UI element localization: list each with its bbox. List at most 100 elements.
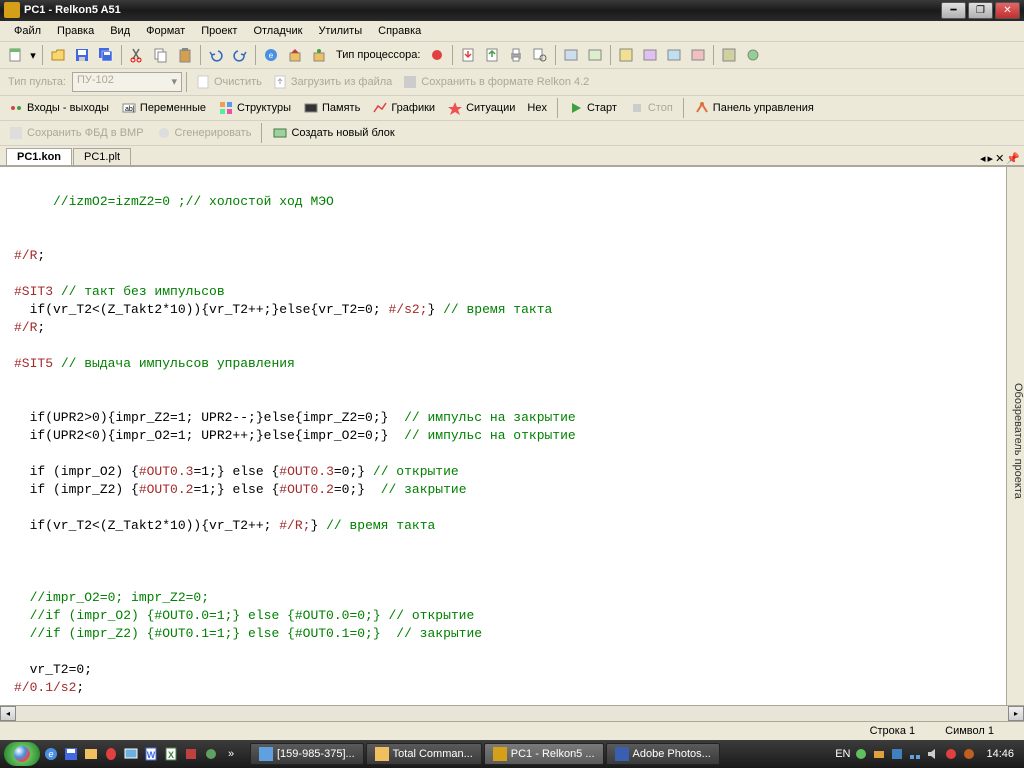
tray-icon-2[interactable] [872, 747, 886, 761]
open-button[interactable] [47, 44, 69, 66]
app-icon [4, 2, 20, 18]
menu-help[interactable]: Справка [370, 23, 429, 39]
tab-pc1-plt[interactable]: PC1.plt [73, 148, 131, 165]
copy-button[interactable] [150, 44, 172, 66]
upload-button[interactable] [481, 44, 503, 66]
tool4-button[interactable] [639, 44, 661, 66]
generate-button[interactable]: Сгенерировать [152, 123, 256, 143]
menu-edit[interactable]: Правка [49, 23, 102, 39]
taskbar-item-2[interactable]: Total Comman... [366, 743, 482, 765]
tab-prev-icon[interactable]: ◂ [980, 152, 986, 165]
quicklaunch-save-icon[interactable] [62, 745, 80, 763]
situations-button[interactable]: Ситуации [443, 98, 519, 118]
menu-file[interactable]: Файл [6, 23, 49, 39]
tool3-button[interactable] [615, 44, 637, 66]
save-relkon-button[interactable]: Сохранить в формате Relkon 4.2 [398, 72, 593, 92]
quicklaunch-app2-icon[interactable] [202, 745, 220, 763]
statusbar: Строка 1 Символ 1 [0, 721, 1024, 740]
menu-view[interactable]: Вид [102, 23, 138, 39]
tray-volume-icon[interactable] [926, 747, 940, 761]
control-panel-button[interactable]: Панель управления [690, 98, 818, 118]
tray-icon-1[interactable] [854, 747, 868, 761]
tab-pc1-kon[interactable]: PC1.kon [6, 148, 72, 165]
quicklaunch-app1-icon[interactable] [182, 745, 200, 763]
maximize-button[interactable]: ❐ [968, 2, 993, 19]
new-button[interactable] [4, 44, 26, 66]
download-button[interactable] [457, 44, 479, 66]
tool2-button[interactable] [584, 44, 606, 66]
io-button[interactable]: Входы - выходы [4, 98, 113, 118]
scroll-right-icon[interactable]: ▸ [1008, 706, 1024, 721]
redo-button[interactable] [229, 44, 251, 66]
titlebar: PC1 - Relkon5 A51 ━ ❐ ✕ [0, 0, 1024, 21]
minimize-button[interactable]: ━ [941, 2, 966, 19]
menu-format[interactable]: Формат [138, 23, 193, 39]
quicklaunch-desktop-icon[interactable] [122, 745, 140, 763]
window-title: PC1 - Relkon5 A51 [24, 4, 941, 16]
tool1-button[interactable] [560, 44, 582, 66]
quicklaunch-expand-icon[interactable]: » [222, 745, 240, 763]
save-fbd-button[interactable]: Сохранить ФБД в BMP [4, 123, 148, 143]
close-button[interactable]: ✕ [995, 2, 1020, 19]
memory-button[interactable]: Память [299, 98, 364, 118]
cut-button[interactable] [126, 44, 148, 66]
cpu-record-button[interactable] [426, 44, 448, 66]
status-col: Символ 1 [945, 725, 994, 737]
load-from-file-button[interactable]: Загрузить из файла [268, 72, 396, 92]
tool7-button[interactable] [718, 44, 740, 66]
quicklaunch-word-icon[interactable]: W [142, 745, 160, 763]
toolbar-panel: Тип пульта: ПУ-102 Очистить Загрузить из… [0, 69, 1024, 96]
taskbar-item-1[interactable]: [159-985-375]... [250, 743, 364, 765]
tab-next-icon[interactable]: ▸ [988, 152, 994, 165]
save-all-button[interactable] [95, 44, 117, 66]
tray-network-icon[interactable] [908, 747, 922, 761]
taskbar-item-4[interactable]: Adobe Photos... [606, 743, 720, 765]
variables-button[interactable]: ab|Переменные [117, 98, 210, 118]
svg-text:e: e [269, 51, 274, 60]
menu-utilities[interactable]: Утилиты [310, 23, 370, 39]
env-button[interactable]: e [260, 44, 282, 66]
save-button[interactable] [71, 44, 93, 66]
paste-button[interactable] [174, 44, 196, 66]
tool6-button[interactable] [687, 44, 709, 66]
horizontal-scrollbar[interactable]: ◂ ▸ [0, 705, 1024, 721]
clear-button[interactable]: Очистить [191, 72, 266, 92]
start-button[interactable]: Старт [564, 98, 621, 118]
cpu-type-label: Тип процессора: [332, 49, 424, 61]
new-block-button[interactable]: Создать новый блок [268, 123, 398, 143]
tab-pin-icon[interactable]: 📌 [1006, 152, 1020, 165]
menubar: Файл Правка Вид Формат Проект Отладчик У… [0, 21, 1024, 42]
tray-icon-6[interactable] [944, 747, 958, 761]
tray-icon-7[interactable] [962, 747, 976, 761]
undo-button[interactable] [205, 44, 227, 66]
panel-type-dropdown[interactable]: ПУ-102 [72, 72, 182, 92]
print-button[interactable] [505, 44, 527, 66]
quicklaunch-opera-icon[interactable] [102, 745, 120, 763]
scroll-left-icon[interactable]: ◂ [0, 706, 16, 721]
quicklaunch-excel-icon[interactable]: X [162, 745, 180, 763]
quicklaunch-tc-icon[interactable] [82, 745, 100, 763]
tray-icon-3[interactable] [890, 747, 904, 761]
structures-button[interactable]: Структуры [214, 98, 295, 118]
taskbar-item-3[interactable]: PC1 - Relkon5 ... [484, 743, 604, 765]
tab-close-icon[interactable]: ✕ [995, 152, 1004, 165]
menu-debugger[interactable]: Отладчик [245, 23, 310, 39]
stop-button[interactable]: Стоп [625, 98, 677, 118]
project-explorer-panel[interactable]: Обозреватель проекта [1006, 167, 1024, 705]
clock[interactable]: 14:46 [980, 748, 1014, 760]
menu-project[interactable]: Проект [193, 23, 245, 39]
tool5-button[interactable] [663, 44, 685, 66]
code-editor[interactable]: //izmO2=izmZ2=0 ;// холостой ход МЭО #/R… [0, 167, 1006, 705]
toolbar-fbd: Сохранить ФБД в BMP Сгенерировать Создат… [0, 121, 1024, 146]
print-preview-button[interactable] [529, 44, 551, 66]
tool8-button[interactable] [742, 44, 764, 66]
hex-button[interactable]: Hex [523, 100, 551, 116]
build-button[interactable] [284, 44, 306, 66]
start-button[interactable] [4, 742, 40, 766]
svg-text:W: W [147, 750, 156, 760]
quicklaunch-ie-icon[interactable]: e [42, 745, 60, 763]
language-indicator[interactable]: EN [835, 748, 850, 760]
graphs-button[interactable]: Графики [368, 98, 439, 118]
new-dropdown[interactable]: ▾ [28, 44, 38, 66]
build2-button[interactable] [308, 44, 330, 66]
